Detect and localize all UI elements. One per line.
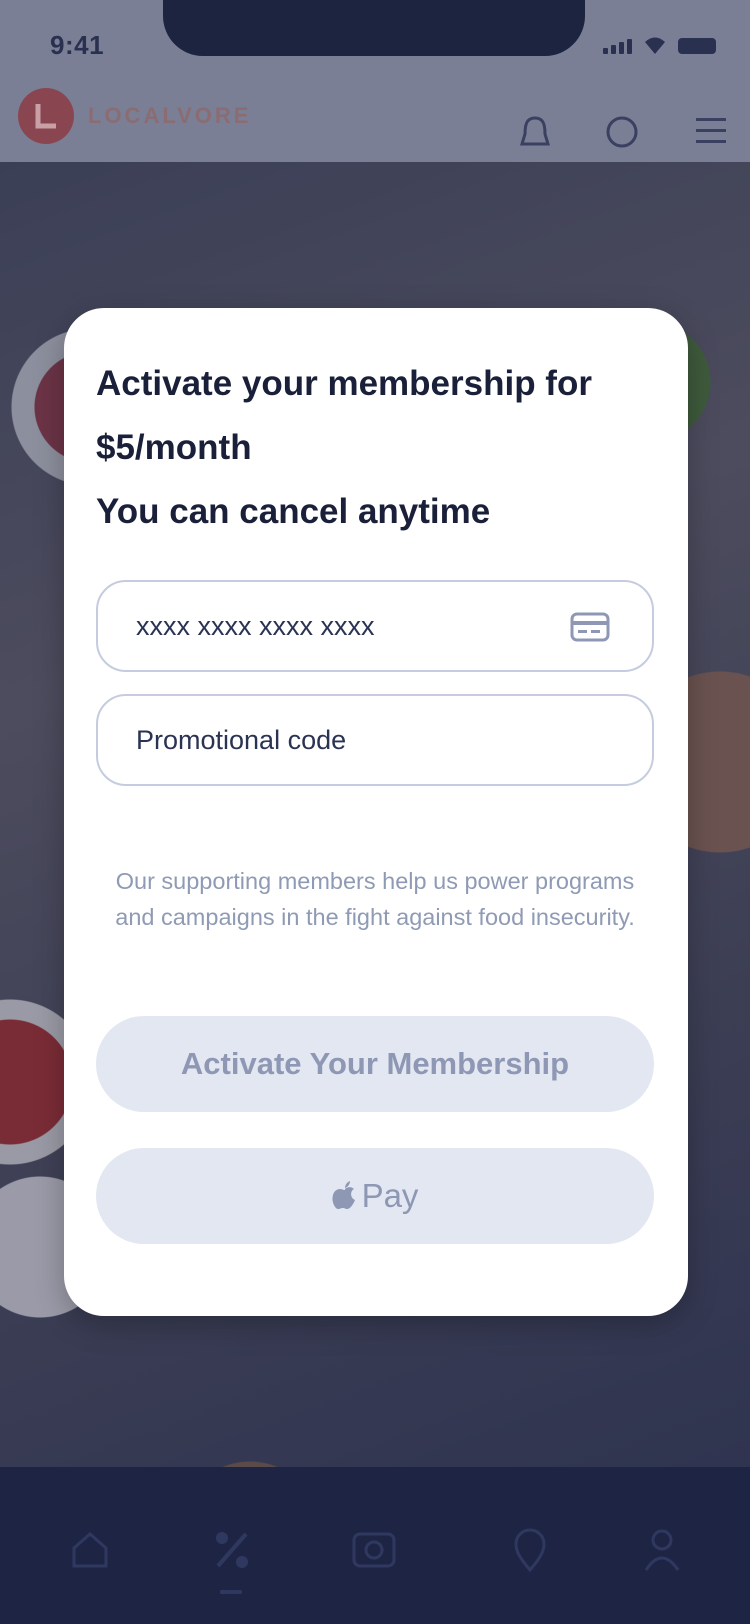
membership-modal: Activate your membership for $5/month Yo… <box>64 308 688 1316</box>
status-time: 9:41 <box>50 30 105 60</box>
active-tab-indicator <box>220 1590 242 1594</box>
status-icons <box>603 36 716 54</box>
modal-title: Activate your membership for $5/month Yo… <box>96 352 666 544</box>
brand-logo-icon <box>18 88 74 144</box>
title-price: $5/month <box>96 428 252 467</box>
card-number-field[interactable] <box>96 580 654 672</box>
title-line-1: Activate your membership for <box>96 364 592 403</box>
battery-icon <box>678 38 716 54</box>
promo-code-field[interactable] <box>96 694 654 786</box>
apple-pay-button[interactable]: Pay <box>96 1148 654 1244</box>
card-number-input[interactable] <box>136 582 576 670</box>
menu-icon[interactable] <box>694 114 728 148</box>
user-icon[interactable] <box>604 114 640 154</box>
title-cancel-note: You can cancel anytime <box>96 492 491 531</box>
promo-code-input[interactable] <box>136 696 576 784</box>
notification-bell-icon[interactable] <box>518 114 552 154</box>
wifi-icon <box>645 37 665 54</box>
info-line-1: Our supporting members help us power pro… <box>115 868 635 894</box>
apple-logo-icon <box>332 1181 355 1209</box>
supporting-members-info: Our supporting members help us power pro… <box>96 863 654 935</box>
activate-membership-button[interactable]: Activate Your Membership <box>96 1016 654 1112</box>
brand-name: LOCALVORE <box>88 103 252 128</box>
credit-card-icon <box>570 612 610 642</box>
nav-camera-icon[interactable] <box>350 1528 398 1572</box>
cellular-signal-icon <box>603 39 632 54</box>
apple-pay-label: Pay <box>361 1177 419 1214</box>
nav-profile-icon[interactable] <box>644 1528 680 1572</box>
info-line-2: and campaigns in the fight against food … <box>115 904 635 930</box>
nav-deals-icon[interactable] <box>212 1528 252 1572</box>
nav-location-icon[interactable] <box>512 1528 548 1572</box>
nav-home-icon[interactable] <box>68 1528 112 1572</box>
device-notch <box>163 0 585 56</box>
